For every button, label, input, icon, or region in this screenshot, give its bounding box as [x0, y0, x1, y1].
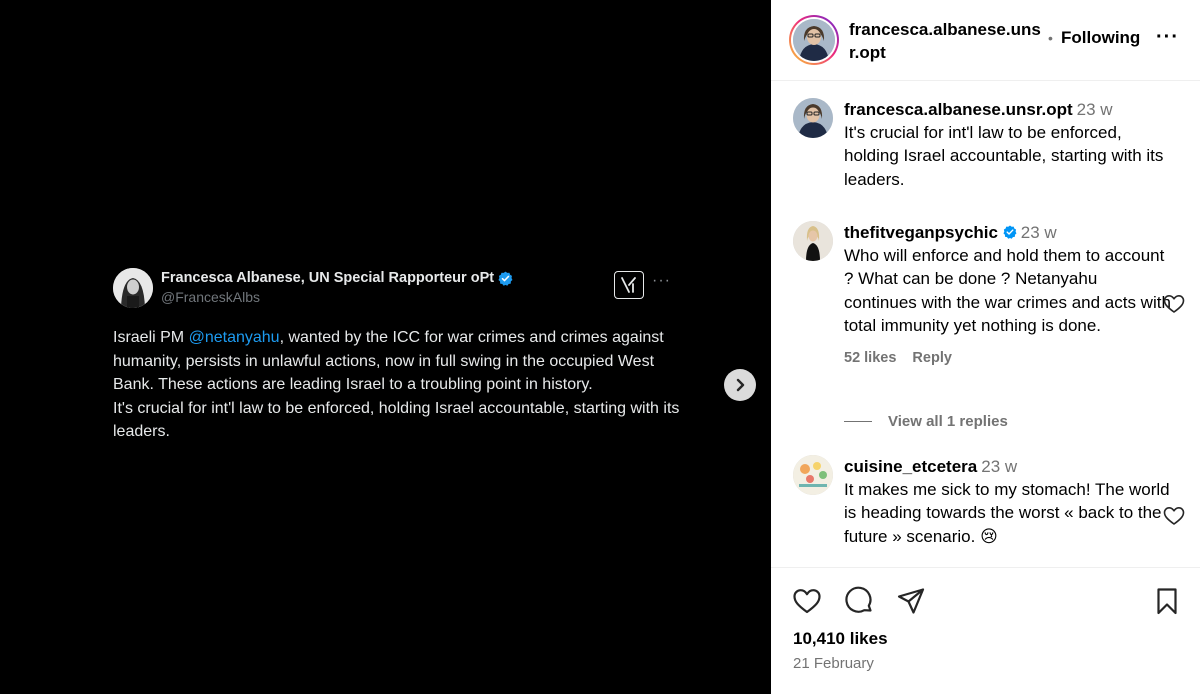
tweet-text-line: It's crucial for int'l law to be enforce… [113, 399, 680, 441]
more-options-icon[interactable]: ··· [1156, 26, 1179, 49]
header-separator: • [1048, 30, 1053, 46]
tweet-mention: @netanyahu [188, 329, 280, 346]
comment-time[interactable]: 23 w [1077, 100, 1113, 119]
comment-text: It makes me sick to my stomach! The worl… [844, 480, 1170, 546]
verified-badge-icon [498, 271, 513, 286]
comment-text: Who will enforce and hold them to accoun… [844, 246, 1171, 335]
story-ring[interactable] [789, 15, 839, 65]
avatar[interactable] [793, 221, 833, 261]
heart-icon[interactable] [1162, 292, 1186, 316]
post-likes-count[interactable]: 10,410 likes [793, 629, 888, 649]
tweet-screenshot: Francesca Albanese, UN Special Rapporteu… [113, 268, 683, 444]
comment-icon[interactable] [844, 586, 874, 616]
tweet-text: Israeli PM @netanyahu, wanted by the ICC… [113, 326, 683, 444]
heart-icon[interactable] [792, 586, 822, 616]
comment-username[interactable]: francesca.albanese.unsr.opt [844, 100, 1073, 119]
avatar[interactable] [793, 98, 833, 138]
x-logo-icon [614, 271, 644, 299]
comment-time[interactable]: 23 w [981, 457, 1017, 476]
tweet-text-part: Israeli PM [113, 329, 189, 346]
comment-username[interactable]: cuisine_etcetera [844, 457, 977, 476]
view-replies-label: View all 1 replies [888, 413, 1008, 430]
post-date[interactable]: 21 February [793, 655, 874, 672]
post-actions: 10,410 likes 21 February [771, 567, 1200, 694]
comment-likes[interactable]: 52 likes [844, 347, 896, 370]
heart-icon[interactable] [1162, 504, 1186, 528]
verified-badge-icon [1003, 225, 1017, 239]
view-replies-button[interactable]: View all 1 replies [844, 413, 1008, 430]
comment-text: It's crucial for int'l law to be enforce… [844, 123, 1164, 189]
tweet-author-name: Francesca Albanese, UN Special Rapporteu… [161, 270, 495, 286]
tweet-handle: @FranceskAlbs [161, 289, 261, 305]
share-icon[interactable] [896, 586, 926, 616]
tweet-header: Francesca Albanese, UN Special Rapporteu… [113, 268, 683, 308]
tweet-more-icon: ··· [652, 272, 671, 289]
post-media: Francesca Albanese, UN Special Rapporteu… [0, 0, 771, 694]
divider [844, 421, 872, 422]
avatar[interactable] [793, 455, 833, 495]
chevron-right-icon [736, 378, 745, 392]
post-header: francesca.albanese.unsr.opt • Following … [771, 0, 1200, 81]
comments-list: francesca.albanese.unsr.opt 23 w It's cru… [771, 82, 1200, 567]
post-panel: francesca.albanese.unsr.opt • Following … [771, 0, 1200, 694]
bookmark-icon[interactable] [1152, 586, 1182, 616]
comment-time[interactable]: 23 w [1021, 223, 1057, 242]
following-button[interactable]: Following [1061, 28, 1140, 48]
header-username[interactable]: francesca.albanese.unsr.opt [849, 18, 1044, 64]
tweet-avatar [113, 268, 153, 308]
avatar [793, 19, 835, 61]
next-slide-button[interactable] [724, 369, 756, 401]
reply-button[interactable]: Reply [912, 347, 952, 370]
comment-username[interactable]: thefitveganpsychic [844, 223, 998, 242]
